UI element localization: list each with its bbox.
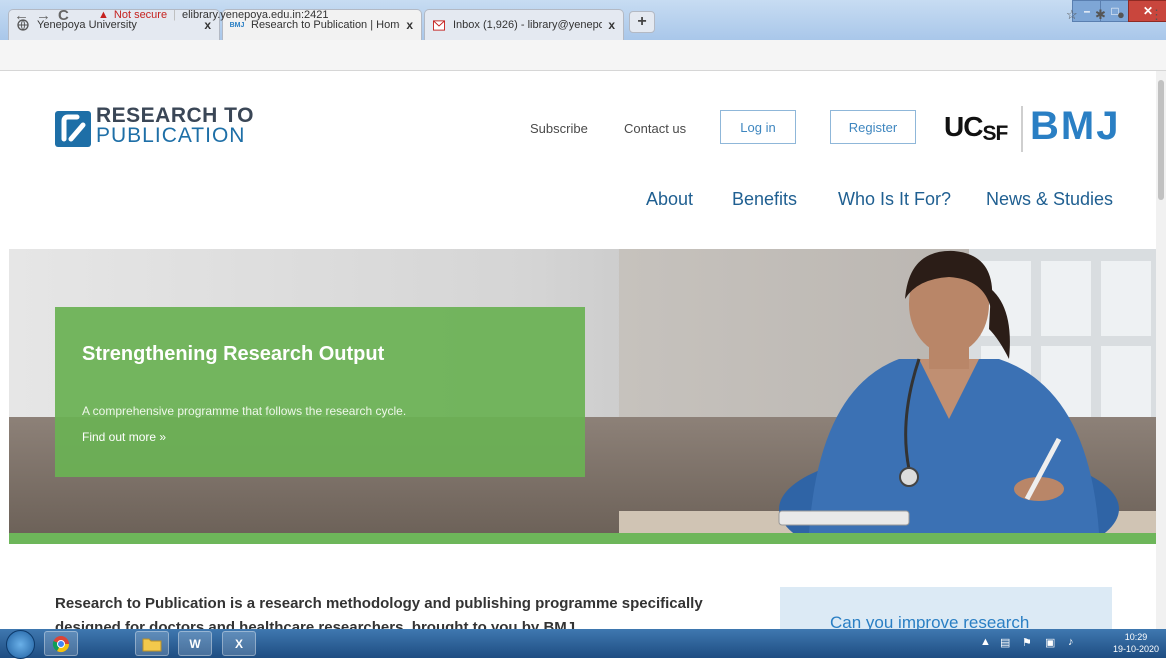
hero-subtitle: A comprehensive programme that follows t… [82, 404, 407, 418]
profile-icon[interactable]: ● [1117, 7, 1125, 22]
security-warning: Not secure [113, 9, 168, 21]
menu-icon[interactable]: ⋮ [1150, 7, 1163, 23]
scrollbar-thumb[interactable] [1158, 80, 1164, 200]
url-text: elibrary.yenepoya.edu.in:2421 [181, 9, 329, 21]
nav-who-is-it-for[interactable]: Who Is It For? [838, 189, 951, 210]
forward-icon[interactable]: → [36, 7, 51, 24]
back-icon[interactable]: ← [14, 7, 29, 24]
volume-icon[interactable]: ♪ [1068, 636, 1074, 648]
find-out-more-link[interactable]: Find out more » [82, 430, 166, 444]
bmj-logo: BMJ [1030, 104, 1121, 148]
address-bar [0, 40, 1166, 71]
register-button[interactable]: Register [830, 110, 916, 144]
url-field[interactable]: ▲ Not secure | elibrary.yenepoya.edu.in:… [98, 5, 1098, 25]
hero-callout [55, 307, 585, 477]
clock-date[interactable]: 19-10-2020 [1112, 644, 1160, 654]
subscribe-link[interactable]: Subscribe [530, 121, 588, 136]
ucsf-logo: UCSF [944, 111, 1008, 145]
logo-divider [1021, 106, 1023, 152]
word-taskbar-icon[interactable]: W [178, 631, 212, 656]
reload-icon[interactable]: C [58, 7, 69, 24]
start-button[interactable] [6, 630, 35, 659]
tray-flag-icon[interactable]: ⚑ [1022, 636, 1032, 649]
nav-news-studies[interactable]: News & Studies [986, 189, 1113, 210]
tray-monitor-icon[interactable]: ▣ [1045, 636, 1055, 649]
folder-taskbar-icon[interactable] [135, 631, 169, 656]
excel-taskbar-icon[interactable]: X [222, 631, 256, 656]
warning-icon: ▲ [98, 9, 109, 21]
contact-link[interactable]: Contact us [624, 121, 686, 136]
hero-divider [9, 533, 1159, 544]
chrome-taskbar-icon[interactable] [44, 631, 78, 656]
star-icon[interactable]: ☆ [1066, 7, 1078, 23]
tray-arrow-icon[interactable]: ▲ [980, 636, 991, 648]
login-button[interactable]: Log in [720, 110, 796, 144]
logo-text-line2: PUBLICATION [96, 124, 246, 147]
taskbar [0, 629, 1166, 658]
clock-time[interactable]: 10:29 [1112, 632, 1160, 642]
tray-network-icon[interactable]: ▤ [1000, 636, 1010, 649]
nav-about[interactable]: About [646, 189, 693, 210]
nav-benefits[interactable]: Benefits [732, 189, 797, 210]
extension-icon[interactable]: ✱ [1095, 7, 1106, 23]
r2p-logo-icon[interactable] [55, 111, 91, 147]
doctor-photo [778, 250, 1119, 533]
hero-title: Strengthening Research Output [82, 343, 385, 365]
